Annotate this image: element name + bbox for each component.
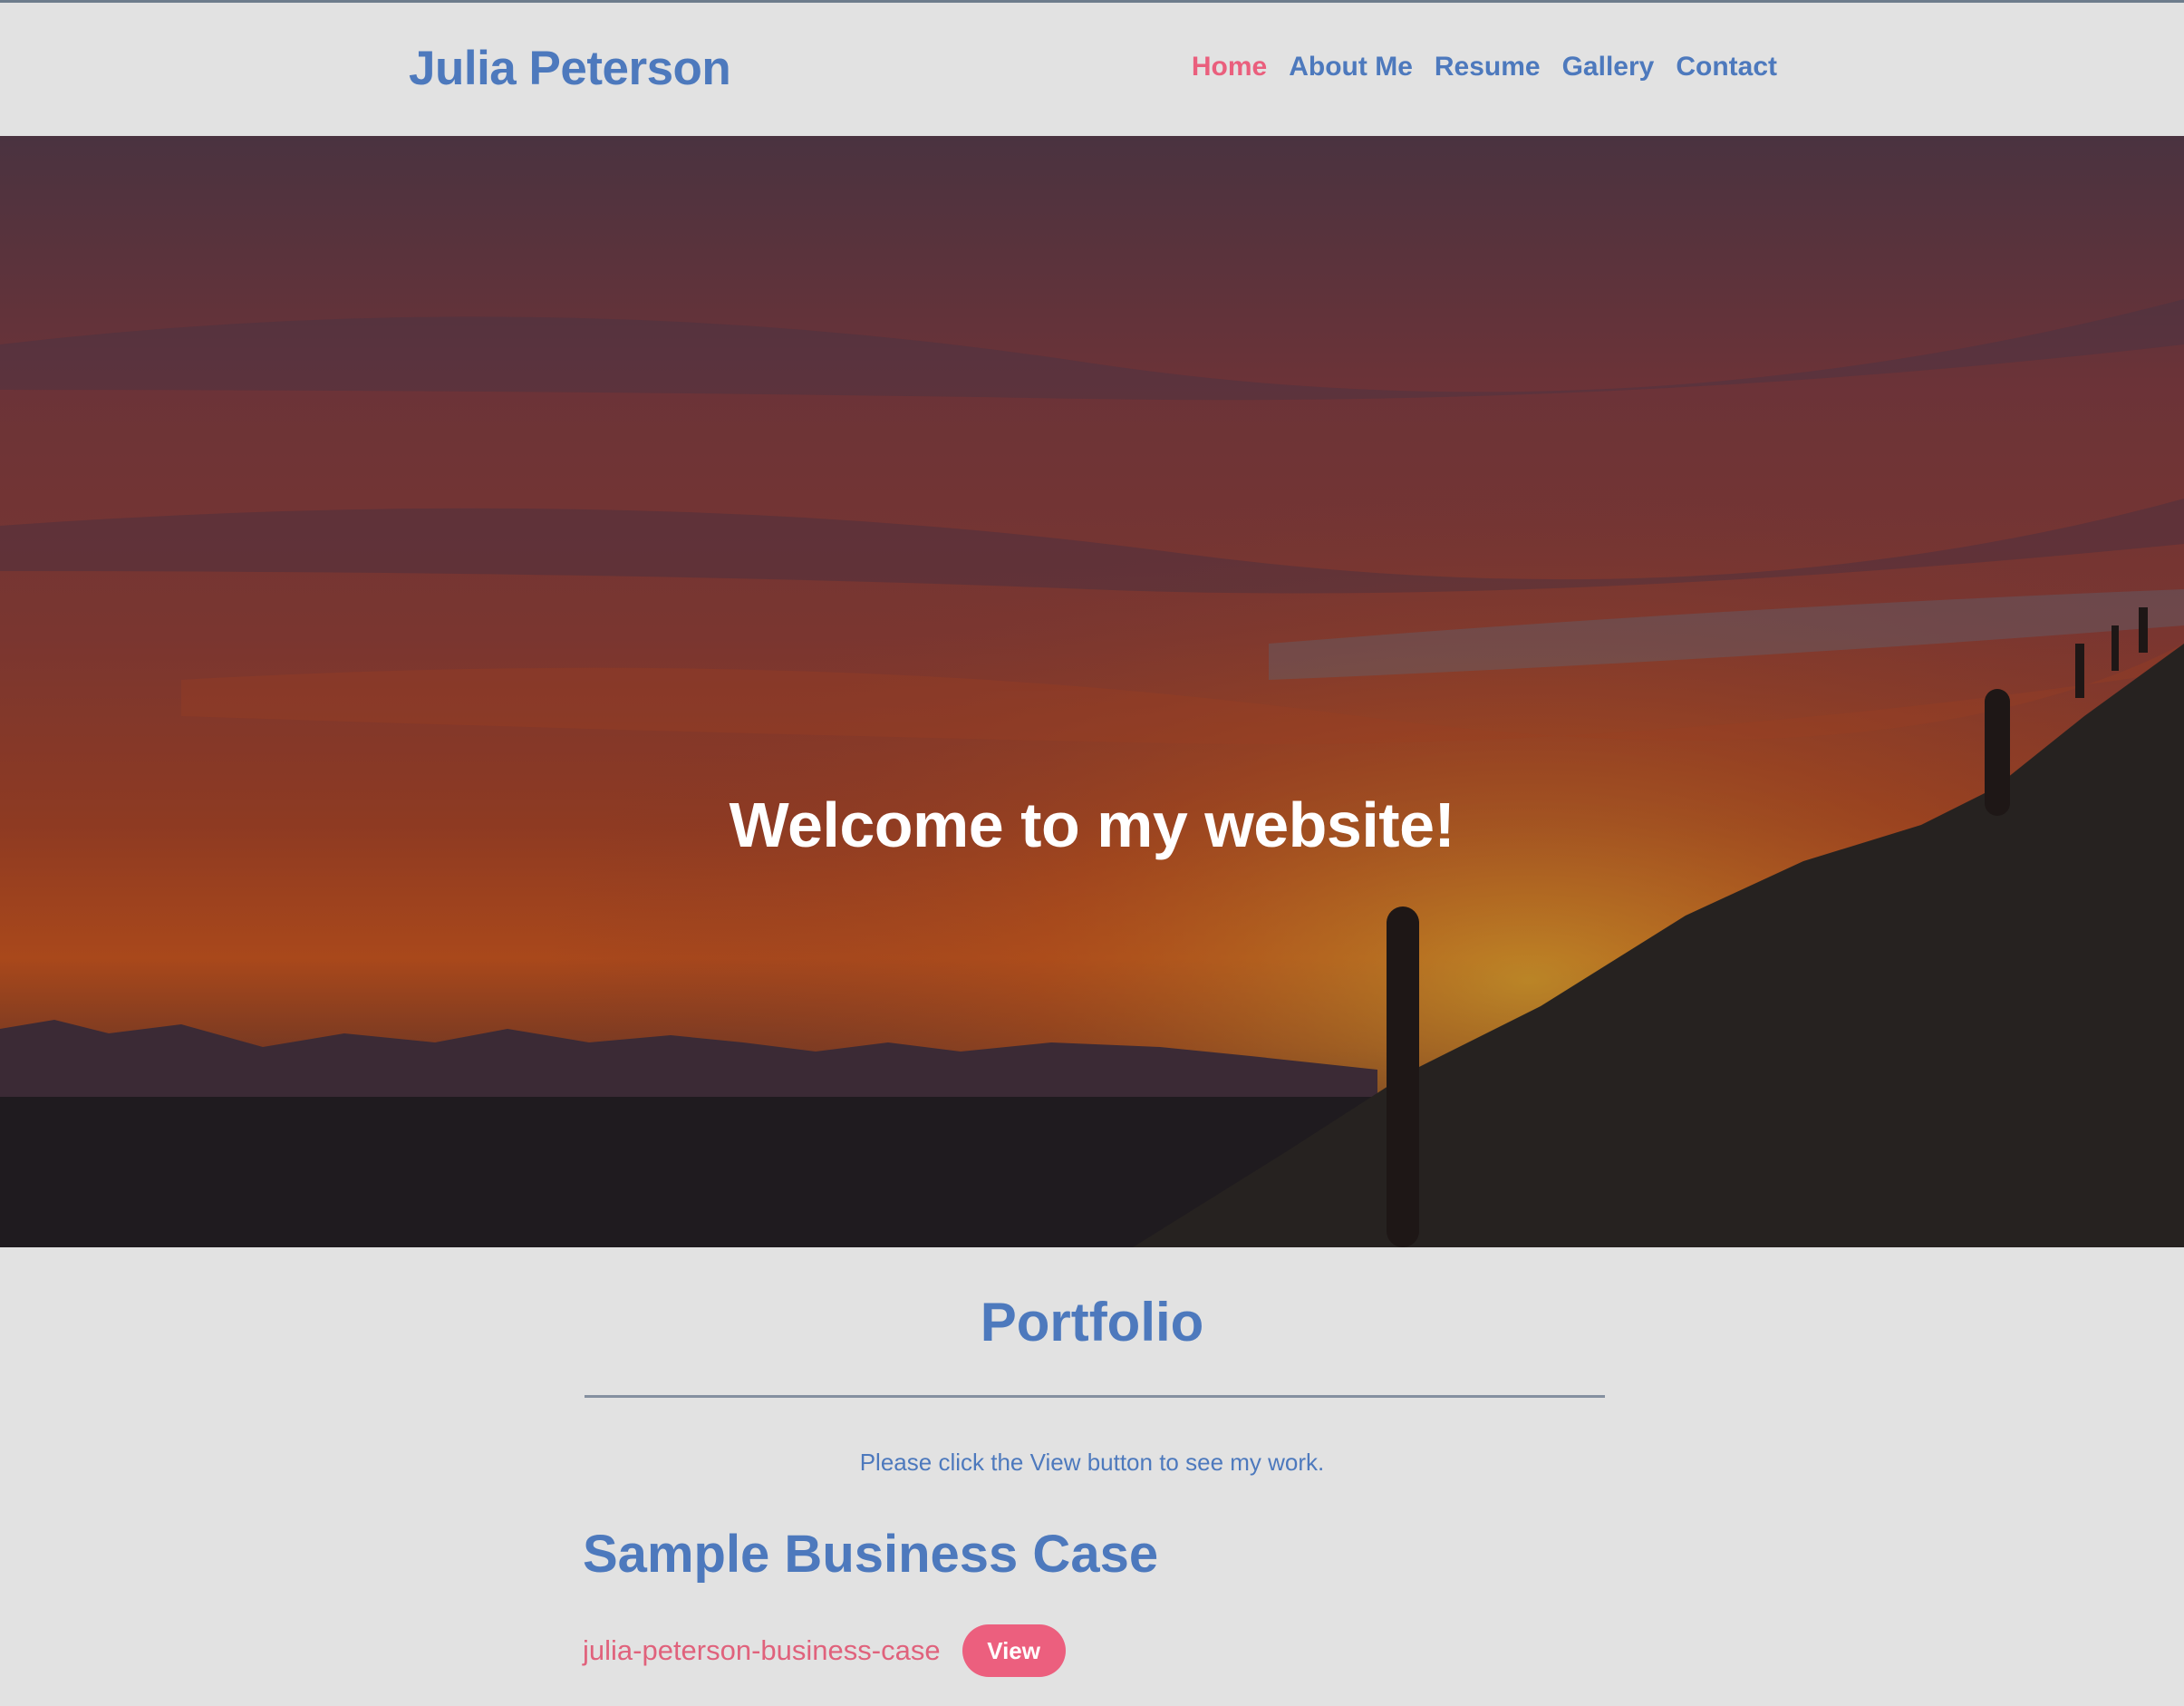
nav-contact-link[interactable]: Contact [1676, 52, 1777, 82]
site-brand-link[interactable]: Julia Peterson [409, 41, 731, 96]
business-case-link[interactable]: julia-peterson-business-case [583, 1634, 941, 1667]
business-case-title: Sample Business Case [583, 1525, 1159, 1584]
hero-banner: Welcome to my website! [0, 136, 2184, 1247]
portfolio-intro: Please click the View button to see my w… [859, 1449, 1325, 1476]
main-nav: Home About Me Resume Gallery Contact [1192, 52, 1777, 82]
hero-heading: Welcome to my website! [729, 790, 1455, 860]
nav-home-link[interactable]: Home [1192, 52, 1267, 82]
portfolio-section: Portfolio Please click the View button t… [0, 1247, 2184, 1706]
nav-resume-link[interactable]: Resume [1435, 52, 1541, 82]
portfolio-divider [585, 1395, 1605, 1398]
business-case-row: julia-peterson-business-case View [583, 1624, 1066, 1677]
site-header: Julia Peterson Home About Me Resume Gall… [0, 3, 2184, 136]
nav-about-link[interactable]: About Me [1289, 52, 1413, 82]
nav-gallery-link[interactable]: Gallery [1562, 52, 1655, 82]
portfolio-title: Portfolio [980, 1292, 1204, 1352]
view-button[interactable]: View [962, 1624, 1066, 1677]
hero-sunset-image [0, 136, 2184, 1247]
